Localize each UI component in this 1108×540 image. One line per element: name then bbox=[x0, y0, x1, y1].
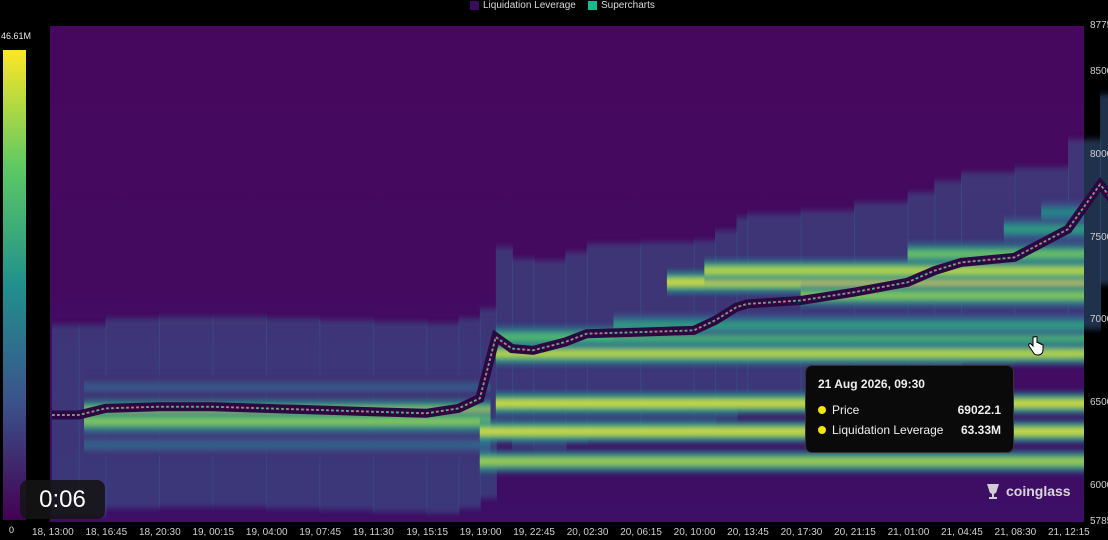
x-tick-label: 21, 12:15 bbox=[1048, 527, 1090, 538]
x-tick-label: 20, 06:15 bbox=[620, 527, 662, 538]
y-tick-label: 8500 bbox=[1090, 65, 1108, 77]
tooltip-value-leverage: 63.33M bbox=[960, 423, 1001, 437]
color-scale: 46.61M 0 bbox=[0, 26, 46, 540]
y-tick-label: 7000 bbox=[1090, 314, 1108, 326]
x-tick-label: 18, 13:00 bbox=[32, 527, 74, 538]
x-tick-label: 20, 13:45 bbox=[727, 527, 769, 538]
liquidation-band bbox=[704, 268, 1084, 274]
tooltip-label-price: Price bbox=[832, 403, 860, 417]
coinglass-watermark: coinglass bbox=[984, 482, 1071, 500]
x-tick-label: 19, 11:30 bbox=[352, 527, 394, 538]
x-tick-label: 19, 22:45 bbox=[513, 527, 555, 538]
y-tick-label: 7500 bbox=[1090, 231, 1108, 243]
legend-swatch-supercharts bbox=[588, 0, 597, 10]
coinglass-logo-icon bbox=[987, 484, 999, 499]
y-tick-label: 5785 bbox=[1090, 516, 1108, 527]
liquidation-band bbox=[84, 384, 491, 390]
tooltip-label-leverage: Liquidation Leverage bbox=[832, 423, 944, 437]
x-tick-label: 20, 17:30 bbox=[780, 527, 823, 538]
liquidation-band bbox=[84, 442, 491, 448]
tooltip-dot-icon bbox=[818, 406, 826, 414]
watermark-text: coinglass bbox=[1006, 483, 1071, 499]
y-tick-label: 8775 bbox=[1090, 20, 1108, 31]
x-tick-label: 21, 08:30 bbox=[994, 527, 1037, 538]
color-scale-max: 46.61M bbox=[1, 31, 32, 41]
color-scale-gradient bbox=[3, 50, 26, 520]
x-tick-label: 19, 07:45 bbox=[299, 527, 342, 538]
y-tick-label: 8000 bbox=[1090, 148, 1108, 160]
legend-swatch-liquidation bbox=[470, 0, 479, 10]
legend-item-supercharts[interactable]: Supercharts bbox=[588, 0, 655, 11]
liquidation-heatmap[interactable] bbox=[0, 0, 1108, 540]
tooltip-title: 21 Aug 2026, 09:30 bbox=[818, 377, 925, 391]
haze-segment bbox=[736, 217, 749, 408]
x-tick-label: 18, 20:30 bbox=[138, 527, 181, 538]
x-tick-label: 20, 21:15 bbox=[834, 527, 876, 538]
x-tick-label: 20, 10:00 bbox=[673, 527, 716, 538]
liquidation-band bbox=[84, 419, 491, 425]
x-tick-label: 18, 16:45 bbox=[85, 527, 128, 538]
tooltip-dot-icon bbox=[818, 426, 826, 434]
tooltip-value-price: 69022.1 bbox=[957, 403, 1001, 417]
liquidation-band bbox=[479, 458, 1085, 464]
x-tick-label: 21, 04:45 bbox=[941, 527, 983, 538]
legend-label-liquidation: Liquidation Leverage bbox=[483, 0, 576, 11]
haze-segment bbox=[747, 213, 802, 404]
legend-item-liquidation[interactable]: Liquidation Leverage bbox=[470, 0, 576, 11]
video-timer: 0:06 bbox=[20, 480, 105, 519]
color-scale-min: 0 bbox=[9, 525, 15, 535]
legend: Liquidation Leverage Supercharts bbox=[0, 0, 1108, 20]
x-tick-label: 20, 02:30 bbox=[566, 527, 609, 538]
x-tick-label: 21, 01:00 bbox=[887, 527, 930, 538]
x-tick-label: 19, 19:00 bbox=[459, 527, 502, 538]
hand-cursor-icon bbox=[1028, 336, 1044, 356]
tooltip-row-price: Price 69022.1 bbox=[818, 400, 1001, 420]
legend-label-supercharts: Supercharts bbox=[601, 0, 655, 11]
x-tick-label: 19, 04:00 bbox=[245, 527, 288, 538]
liquidation-band bbox=[495, 351, 1085, 357]
x-tick-label: 19, 00:15 bbox=[192, 527, 235, 538]
price-tooltip: 21 Aug 2026, 09:30 Price 69022.1 Liquida… bbox=[805, 365, 1014, 453]
y-tick-label: 6000 bbox=[1090, 480, 1108, 492]
y-tick-label: 6500 bbox=[1090, 397, 1108, 409]
tooltip-row-leverage: Liquidation Leverage 63.33M bbox=[818, 420, 1001, 440]
x-tick-label: 19, 15:15 bbox=[406, 527, 449, 538]
